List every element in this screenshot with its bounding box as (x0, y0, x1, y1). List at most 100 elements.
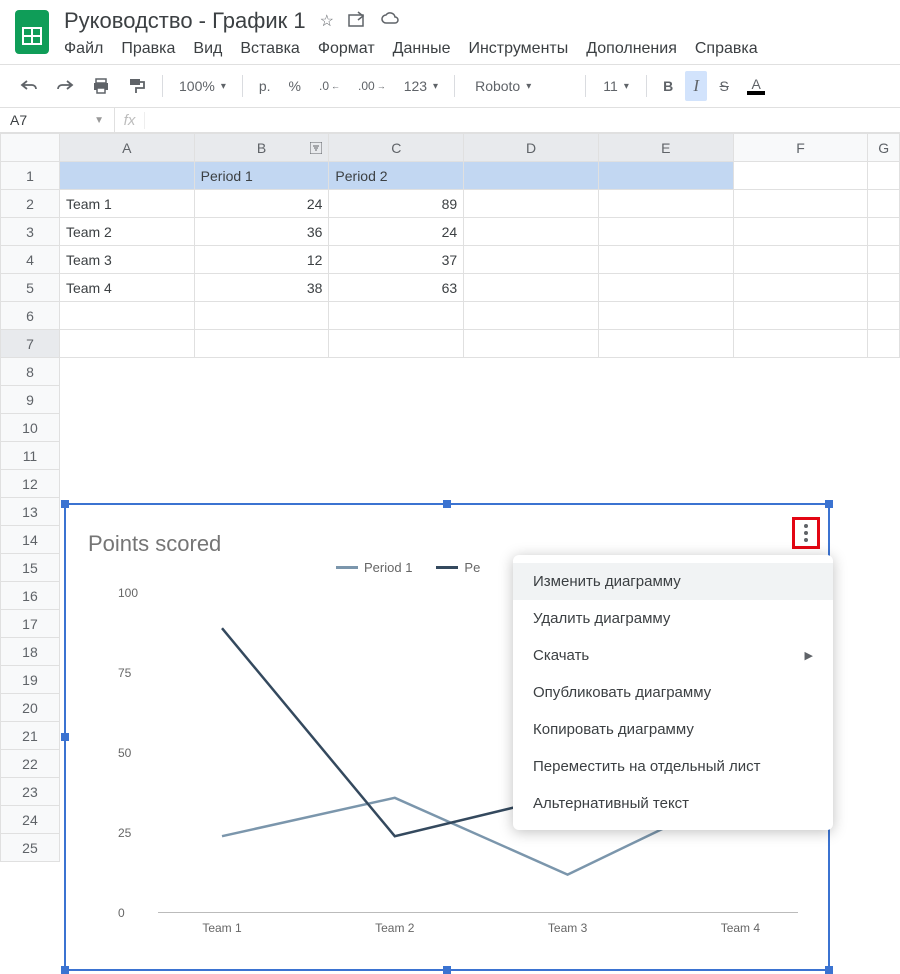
row-header[interactable]: 24 (1, 806, 60, 834)
row-header[interactable]: 12 (1, 470, 60, 498)
cell[interactable]: 24 (194, 190, 329, 218)
cell[interactable] (868, 246, 900, 274)
resize-handle[interactable] (61, 733, 69, 741)
cell[interactable] (598, 162, 733, 190)
col-header-E[interactable]: E (598, 134, 733, 162)
row-header[interactable]: 1 (1, 162, 60, 190)
row-header[interactable]: 2 (1, 190, 60, 218)
menu-addons[interactable]: Дополнения (586, 40, 677, 58)
cell[interactable]: Period 1 (194, 162, 329, 190)
resize-handle[interactable] (825, 966, 833, 974)
zoom-dropdown[interactable]: 100% (173, 73, 232, 99)
cell[interactable] (194, 330, 329, 358)
cell[interactable] (598, 190, 733, 218)
cell[interactable] (733, 190, 868, 218)
select-all-corner[interactable] (1, 134, 60, 162)
cell[interactable] (868, 330, 900, 358)
cell[interactable] (868, 162, 900, 190)
context-menu-item[interactable]: Опубликовать диаграмму (513, 674, 833, 711)
text-color-button[interactable]: A (741, 72, 771, 100)
menu-edit[interactable]: Правка (121, 40, 175, 58)
row-header[interactable]: 3 (1, 218, 60, 246)
cell[interactable] (733, 162, 868, 190)
cell[interactable] (868, 302, 900, 330)
row-header[interactable]: 21 (1, 722, 60, 750)
name-box[interactable]: A7▼ (0, 108, 115, 132)
menu-format[interactable]: Формат (318, 40, 375, 58)
cell[interactable]: Team 2 (59, 218, 194, 246)
row-header[interactable]: 22 (1, 750, 60, 778)
context-menu-item[interactable]: Удалить диаграмму (513, 600, 833, 637)
strike-button[interactable]: S (713, 73, 735, 99)
context-menu-item[interactable]: Альтернативный текст (513, 785, 833, 822)
menu-insert[interactable]: Вставка (240, 40, 299, 58)
cell[interactable]: 36 (194, 218, 329, 246)
print-button[interactable] (86, 73, 116, 99)
row-header[interactable]: 8 (1, 358, 60, 386)
font-size-dropdown[interactable]: 11 (596, 73, 636, 99)
paint-format-button[interactable] (122, 73, 152, 99)
menu-help[interactable]: Справка (695, 40, 758, 58)
cell[interactable] (59, 162, 194, 190)
cell[interactable] (464, 162, 599, 190)
cell[interactable] (464, 218, 599, 246)
cell[interactable]: 24 (329, 218, 464, 246)
resize-handle[interactable] (443, 500, 451, 508)
percent-button[interactable]: % (283, 73, 307, 99)
italic-button[interactable]: I (685, 71, 707, 101)
cell[interactable] (59, 330, 194, 358)
cell[interactable] (868, 274, 900, 302)
row-header[interactable]: 19 (1, 666, 60, 694)
resize-handle[interactable] (61, 500, 69, 508)
star-icon[interactable]: ☆ (320, 11, 334, 32)
cell[interactable] (329, 330, 464, 358)
row-header[interactable]: 4 (1, 246, 60, 274)
cell[interactable]: 89 (329, 190, 464, 218)
resize-handle[interactable] (825, 500, 833, 508)
bold-button[interactable]: B (657, 73, 679, 99)
cell[interactable] (598, 330, 733, 358)
row-header[interactable]: 15 (1, 554, 60, 582)
move-icon[interactable] (348, 11, 366, 32)
cell[interactable] (598, 302, 733, 330)
row-header[interactable]: 17 (1, 610, 60, 638)
cell[interactable] (733, 218, 868, 246)
menu-data[interactable]: Данные (393, 40, 451, 58)
row-header[interactable]: 20 (1, 694, 60, 722)
row-header[interactable]: 9 (1, 386, 60, 414)
row-header[interactable]: 23 (1, 778, 60, 806)
cell[interactable]: Team 3 (59, 246, 194, 274)
formula-input[interactable] (145, 108, 900, 132)
row-header[interactable]: 18 (1, 638, 60, 666)
row-header[interactable]: 13 (1, 498, 60, 526)
col-header-C[interactable]: C (329, 134, 464, 162)
resize-handle[interactable] (61, 966, 69, 974)
context-menu-item[interactable]: Скачать▶ (513, 637, 833, 674)
col-header-G[interactable]: G (868, 134, 900, 162)
cell[interactable] (464, 330, 599, 358)
chart-object[interactable]: Points scored Period 1 Pe 0255075100 Tea… (64, 503, 830, 971)
number-format-dropdown[interactable]: 123 (398, 73, 444, 99)
menu-file[interactable]: Файл (64, 40, 103, 58)
redo-button[interactable] (50, 74, 80, 98)
cell[interactable] (868, 218, 900, 246)
cell[interactable]: 12 (194, 246, 329, 274)
row-header[interactable]: 14 (1, 526, 60, 554)
cloud-icon[interactable] (380, 11, 400, 32)
col-header-F[interactable]: F (733, 134, 868, 162)
row-header[interactable]: 16 (1, 582, 60, 610)
cell[interactable] (329, 302, 464, 330)
cell[interactable] (733, 246, 868, 274)
col-header-B[interactable]: B (194, 134, 329, 162)
cell[interactable] (464, 274, 599, 302)
currency-button[interactable]: р. (253, 73, 277, 99)
cell[interactable]: Team 1 (59, 190, 194, 218)
row-header[interactable]: 7 (1, 330, 60, 358)
context-menu-item[interactable]: Переместить на отдельный лист (513, 748, 833, 785)
cell[interactable]: 37 (329, 246, 464, 274)
cell[interactable] (194, 302, 329, 330)
cell[interactable] (733, 302, 868, 330)
dec-more-button[interactable]: .00→ (352, 74, 392, 98)
context-menu-item[interactable]: Изменить диаграмму (513, 563, 833, 600)
font-dropdown[interactable]: Roboto (465, 73, 575, 99)
